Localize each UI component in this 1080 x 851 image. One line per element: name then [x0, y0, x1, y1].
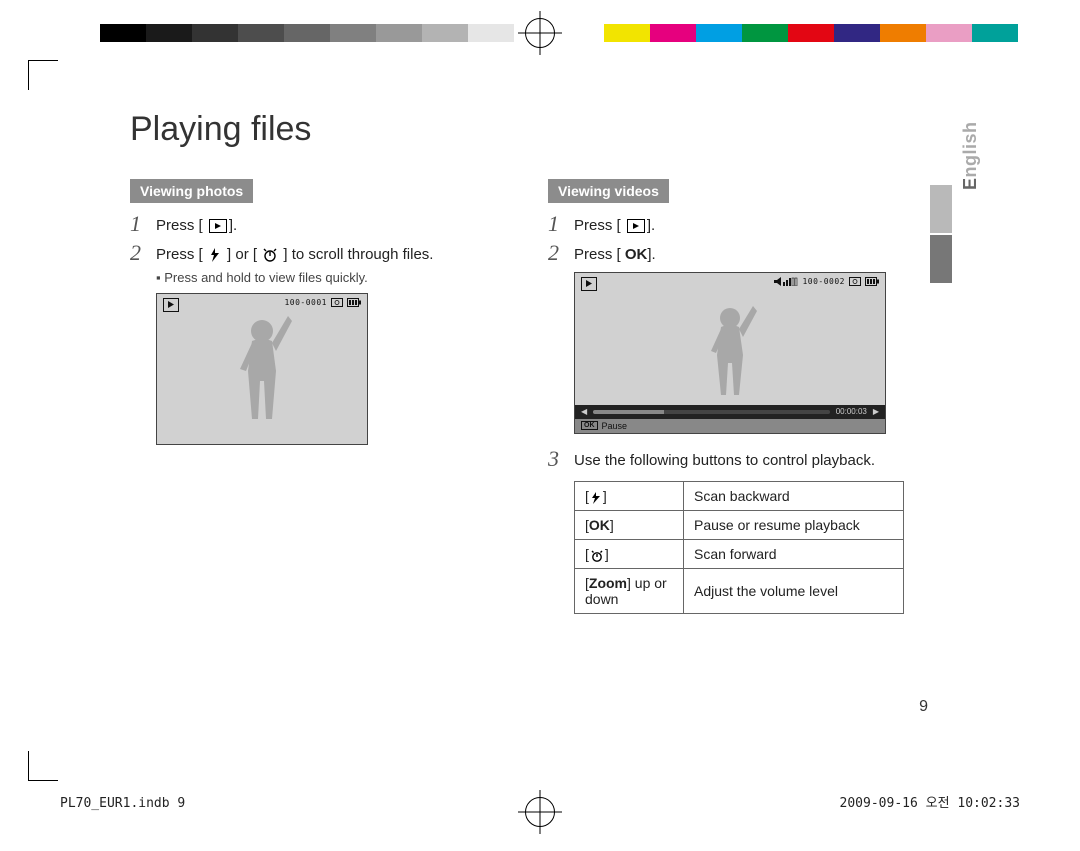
margin-tabs	[930, 185, 952, 285]
play-icon	[209, 219, 227, 233]
manual-page: English Playing files Viewing photos 1 P…	[0, 0, 1080, 851]
sub-note: ▪ Press and hold to view files quickly.	[130, 270, 502, 285]
pause-label: Pause	[602, 421, 628, 431]
viewing-videos-section: Viewing videos 1 Press [ ]. 2	[548, 179, 920, 614]
step-number: 2	[130, 242, 156, 264]
play-icon	[627, 219, 645, 233]
step-number: 3	[548, 448, 574, 470]
timer-icon	[263, 248, 277, 262]
registration-mark-top	[525, 18, 555, 48]
person-silhouette	[695, 301, 765, 401]
footer-timestamp: 2009-09-16 오전 10:02:33	[840, 792, 1020, 811]
photos-heading: Viewing photos	[130, 179, 253, 203]
step-number: 1	[130, 213, 156, 235]
color-bar-right	[604, 24, 1018, 42]
volume-icon	[774, 277, 798, 286]
flash-icon	[209, 248, 221, 262]
table-row: [OK] Pause or resume playback	[575, 510, 904, 539]
video-screenshot: 100-0002 ◀	[574, 272, 886, 434]
step-text: Press [ ] or [ ] to scroll through files…	[156, 242, 433, 265]
file-counter: 100-0001	[284, 298, 327, 307]
crop-mark-top-left	[28, 60, 58, 90]
ok-icon: OK	[581, 421, 598, 430]
timer-icon	[591, 550, 603, 562]
table-row: [] Scan backward	[575, 481, 904, 510]
photo-screenshot: 100-0001	[156, 293, 368, 445]
crop-mark-bottom-left	[28, 751, 58, 781]
step-number: 1	[548, 213, 574, 235]
step-text: Use the following buttons to control pla…	[574, 448, 875, 471]
page-number: 9	[919, 698, 928, 716]
play-time: 00:00:03	[836, 407, 867, 416]
step-number: 2	[548, 242, 574, 264]
table-row: [Zoom] up or down Adjust the volume leve…	[575, 568, 904, 613]
person-silhouette	[222, 311, 302, 426]
battery-icon	[865, 277, 879, 286]
videos-heading: Viewing videos	[548, 179, 669, 203]
rewind-icon: ◀	[581, 407, 587, 416]
step-text: Press [ ].	[574, 213, 655, 236]
step-text: Press [ ].	[156, 213, 237, 236]
footer-filename: PL70_EUR1.indb 9	[60, 796, 185, 811]
cell-pause-resume: Pause or resume playback	[684, 510, 904, 539]
controls-table: [] Scan backward [OK] Pause or resume pl…	[574, 481, 904, 614]
forward-icon: ▶	[873, 407, 879, 416]
card-icon	[849, 277, 861, 286]
card-icon	[331, 298, 343, 307]
cell-scan-forward: Scan forward	[684, 539, 904, 568]
flash-icon	[591, 492, 601, 504]
step-text: Press [ OK].	[574, 242, 656, 265]
registration-mark-bottom	[525, 797, 555, 827]
page-title: Playing files	[130, 110, 920, 149]
cell-scan-backward: Scan backward	[684, 481, 904, 510]
play-icon	[163, 298, 179, 312]
cell-volume: Adjust the volume level	[684, 568, 904, 613]
viewing-photos-section: Viewing photos 1 Press [ ]. 2	[130, 179, 502, 614]
progress-bar	[593, 410, 830, 414]
language-tab: English	[960, 170, 981, 190]
table-row: [] Scan forward	[575, 539, 904, 568]
battery-icon	[347, 298, 361, 307]
play-icon	[581, 277, 597, 291]
color-bar-left	[100, 24, 514, 42]
file-counter: 100-0002	[802, 277, 845, 286]
